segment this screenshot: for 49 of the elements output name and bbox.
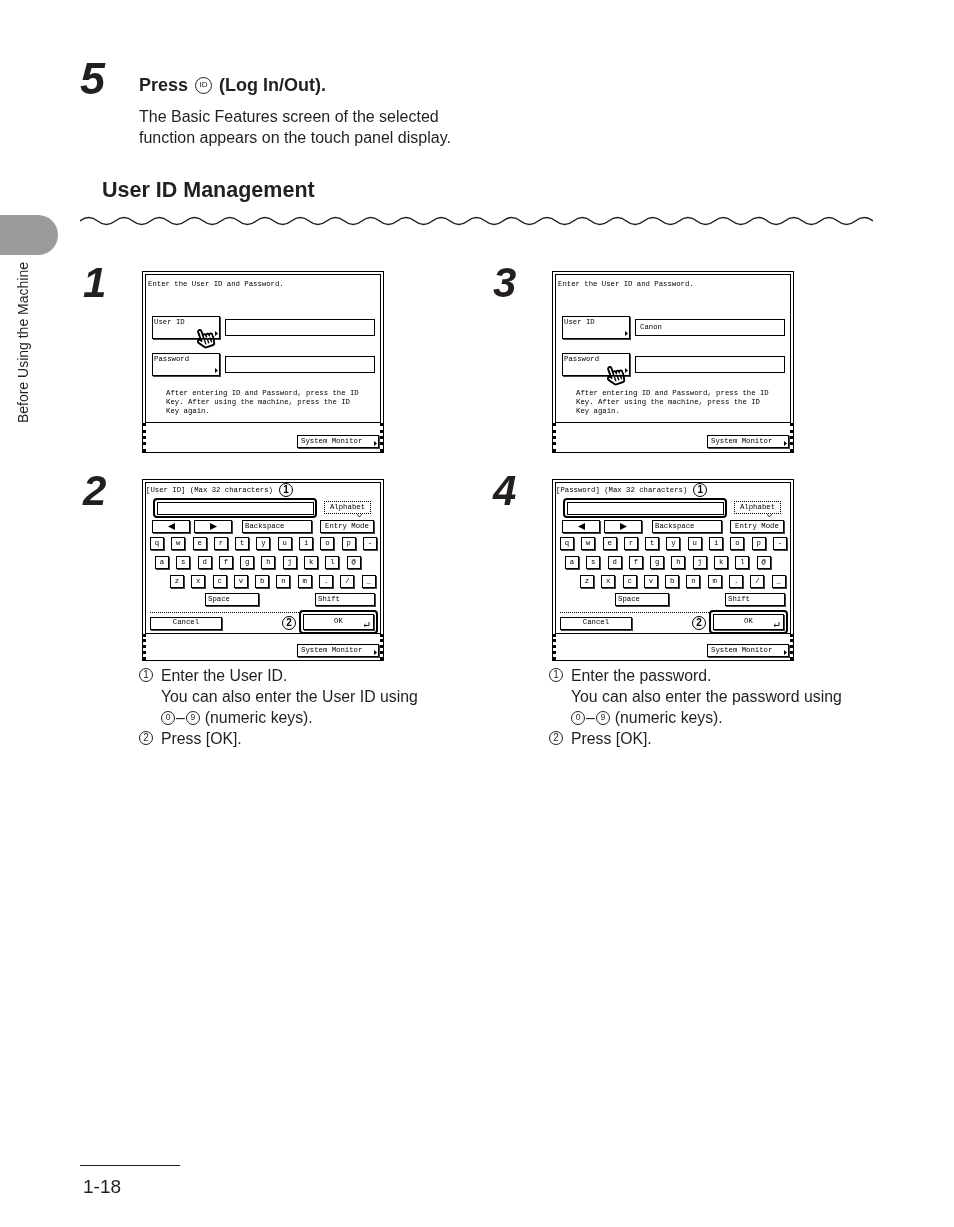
callout-number: 1	[279, 483, 293, 497]
chapter-label: Before Using the Machine	[16, 262, 31, 424]
step-number: 1	[82, 262, 108, 304]
note-detail: You can also enter the User ID using	[161, 687, 418, 707]
cursor-right-key[interactable]	[194, 520, 232, 533]
page-number: 1-18	[83, 1175, 122, 1199]
step-instruction: Press	[139, 74, 189, 96]
corner-triangle-icon	[374, 650, 377, 655]
corner-triangle-icon	[215, 368, 218, 373]
callout-number: 1	[693, 483, 708, 497]
text-field[interactable]	[225, 319, 375, 336]
note-text: Press [OK].	[571, 729, 652, 749]
caret-icon	[767, 514, 772, 517]
chapter-band	[0, 215, 58, 255]
range-dash: –	[586, 708, 595, 728]
step-number: 5	[80, 56, 107, 101]
step-instruction: (Log In/Out).	[219, 74, 326, 96]
cursor-right-key[interactable]	[604, 520, 642, 533]
step-number: 3	[492, 262, 518, 304]
range-dash: –	[176, 708, 185, 728]
return-arrow-icon	[363, 622, 370, 627]
note-text: Enter the User ID.	[161, 666, 288, 686]
corner-triangle-icon	[374, 441, 377, 446]
caret-icon	[357, 514, 362, 517]
step-description: The Basic Features screen of the selected function appears on the touch panel display.	[139, 107, 452, 148]
note-text: Enter the password.	[571, 666, 712, 686]
corner-triangle-icon	[215, 331, 218, 336]
cursor-left-key[interactable]	[152, 520, 190, 533]
text-field[interactable]	[635, 356, 785, 373]
text-field[interactable]	[225, 356, 375, 373]
left-triangle-icon	[577, 523, 585, 530]
step-number: 2	[81, 470, 108, 512]
note-detail: (numeric keys).	[614, 708, 723, 728]
corner-triangle-icon	[625, 331, 628, 336]
step-number: 4	[491, 470, 518, 512]
corner-triangle-icon	[784, 650, 787, 655]
left-triangle-icon	[167, 523, 175, 530]
return-arrow-icon	[773, 622, 780, 627]
callout-number: 2	[282, 616, 296, 630]
right-triangle-icon	[619, 523, 627, 530]
callout-number: 2	[692, 616, 706, 630]
corner-triangle-icon	[784, 441, 787, 446]
note-detail: You can also enter the password using	[571, 687, 842, 707]
note-text: Press [OK].	[161, 729, 242, 749]
note-detail: (numeric keys).	[204, 708, 313, 728]
cursor-left-key[interactable]	[562, 520, 600, 533]
right-triangle-icon	[209, 523, 217, 530]
corner-triangle-icon	[625, 368, 628, 373]
section-heading: User ID Management	[102, 178, 315, 202]
